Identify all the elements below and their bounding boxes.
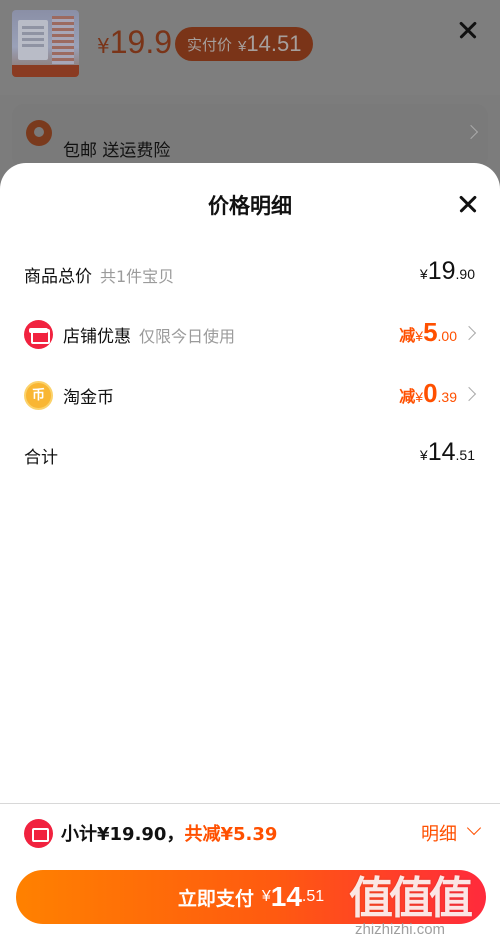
total-row: 合计 ¥14.51 <box>0 434 500 474</box>
total-label: 合计 <box>24 448 58 468</box>
chevron-right-icon <box>463 124 479 140</box>
total-discount-text: 共减¥5.39 <box>184 824 278 845</box>
product-thumbnail <box>12 10 79 77</box>
location-pin-icon <box>26 120 52 146</box>
subtotal-text: 小计¥19.90， <box>61 824 185 845</box>
price-summary: 小计¥19.90，共减¥5.39 <box>61 820 277 846</box>
close-icon[interactable] <box>456 18 480 42</box>
goods-total-row: 商品总价 共1件宝贝 ¥19.90 <box>0 253 500 293</box>
product-price: ¥19.9 <box>97 24 173 60</box>
actual-price-badge: 实付价 ¥14.51 <box>175 27 314 61</box>
close-icon[interactable] <box>456 192 480 216</box>
shop-discount-row[interactable]: 店铺优惠 仅限今日使用 减¥5.00 <box>0 313 500 353</box>
shop-discount-amount: 减¥5.00 <box>399 317 457 347</box>
goods-total-amount: ¥19.90 <box>419 257 475 285</box>
product-header: ¥19.9 实付价 ¥14.51 <box>0 0 500 95</box>
chevron-right-icon <box>461 386 477 402</box>
coupon-icon <box>24 819 53 848</box>
shop-icon <box>24 320 53 349</box>
coin-icon: 币 <box>24 381 53 410</box>
shipping-row[interactable]: 包邮 送运费险 <box>12 104 488 168</box>
footer-divider <box>0 803 500 804</box>
coin-discount-label: 淘金币 <box>63 388 114 408</box>
sheet-title: 价格明细 <box>208 194 292 218</box>
item-count: 共1件宝贝 <box>100 267 175 286</box>
shop-discount-label: 店铺优惠 <box>63 327 131 347</box>
chevron-right-icon <box>461 325 477 341</box>
detail-toggle[interactable]: 明细 <box>421 820 457 846</box>
discount-note: 仅限今日使用 <box>139 327 236 346</box>
goods-total-label: 商品总价 <box>24 267 92 287</box>
watermark-logo: 值值值 <box>349 873 473 924</box>
total-amount: ¥14.51 <box>419 438 475 466</box>
watermark-url: zhizhizhi.com <box>355 921 446 938</box>
coin-discount-amount: 减¥0.39 <box>399 378 457 408</box>
coin-discount-row[interactable]: 币 淘金币 减¥0.39 <box>0 374 500 414</box>
